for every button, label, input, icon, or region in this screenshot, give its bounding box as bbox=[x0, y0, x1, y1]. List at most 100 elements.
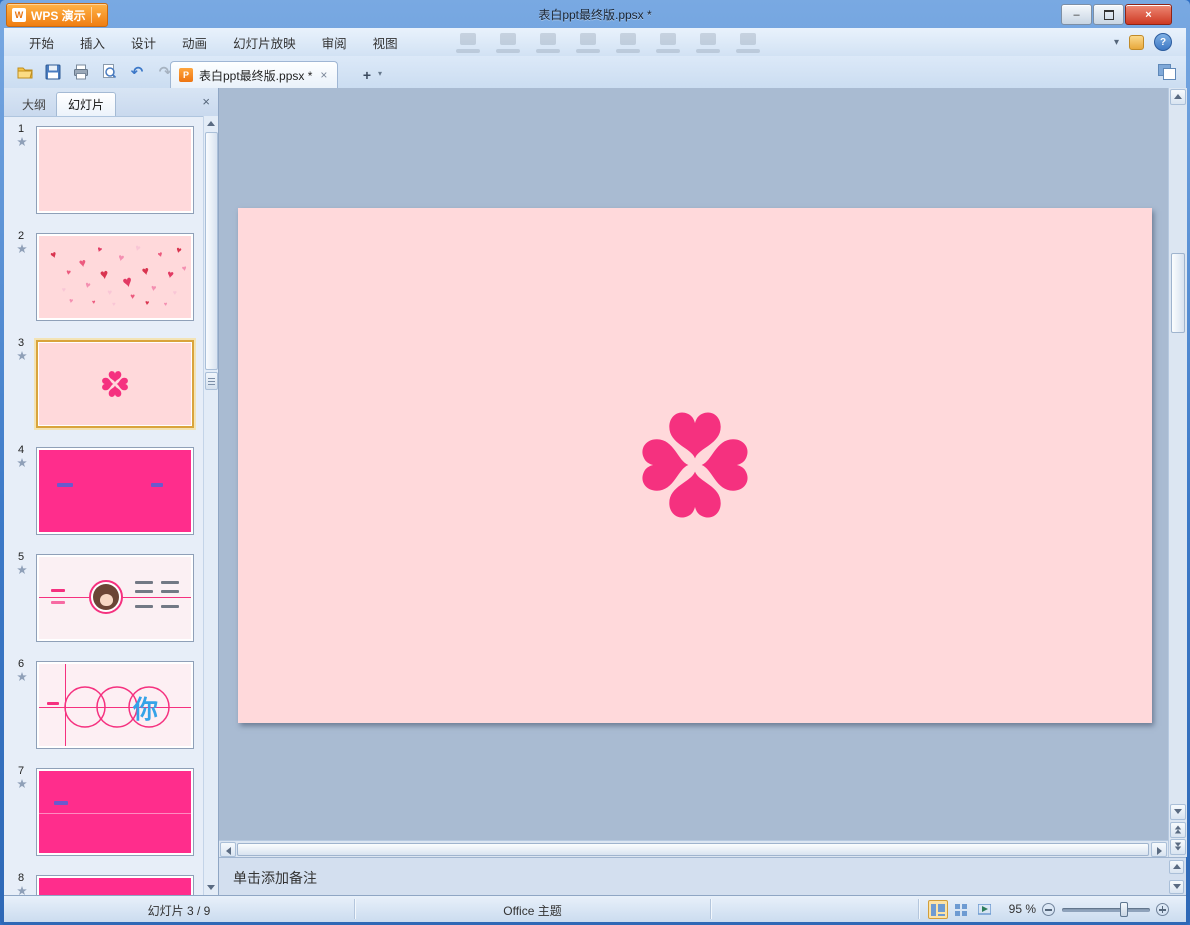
zoom-out-button[interactable] bbox=[1042, 903, 1055, 916]
slide-thumbnail-2[interactable]: 2 ♥♥♥♥♥♥♥♥♥♥♥♥♥♥♥♥♥♥♥♥♥♥♥♥ bbox=[16, 231, 202, 327]
scroll-right-button[interactable] bbox=[1151, 842, 1167, 857]
help-icon[interactable]: ? bbox=[1154, 33, 1172, 51]
horizontal-scrollbar[interactable] bbox=[219, 840, 1168, 858]
disabled-ribbon-icons bbox=[456, 33, 760, 53]
next-slide-button[interactable] bbox=[1170, 839, 1186, 855]
scroll-down-button[interactable] bbox=[1169, 880, 1184, 894]
menu-tab-animation[interactable]: 动画 bbox=[169, 28, 220, 57]
save-icon bbox=[44, 63, 62, 81]
zoom-slider-track[interactable] bbox=[1062, 908, 1150, 912]
panel-tabs: 大纲 幻灯片 × bbox=[4, 88, 218, 117]
transition-star-icon bbox=[17, 565, 27, 575]
notes-placeholder[interactable]: 单击添加备注 bbox=[233, 868, 317, 888]
new-tab-dropdown-icon[interactable]: ▾ bbox=[378, 69, 382, 78]
document-tab[interactable]: P 表白ppt最终版.ppsx * × bbox=[170, 61, 338, 88]
minimize-button[interactable]: – bbox=[1061, 4, 1092, 25]
normal-view-button[interactable] bbox=[928, 900, 948, 919]
slide-indicator: 幻灯片 3 / 9 bbox=[4, 902, 354, 919]
zoom-in-button[interactable] bbox=[1156, 903, 1169, 916]
print-button[interactable] bbox=[70, 61, 92, 83]
clover-hearts-shape[interactable] bbox=[636, 406, 754, 524]
tab-list-icon[interactable] bbox=[1158, 64, 1176, 80]
presentation-doc-icon: P bbox=[179, 68, 193, 82]
menu-tab-slideshow[interactable]: 幻灯片放映 bbox=[220, 28, 309, 57]
slide-thumbnail-list: 1 2 ♥♥♥♥♥♥♥♥♥♥♥♥♥♥♥♥♥♥♥♥♥♥♥♥ 3 4 bbox=[4, 116, 204, 895]
slide-sorter-view-button[interactable] bbox=[951, 900, 971, 919]
notes-scrollbar[interactable] bbox=[1169, 860, 1185, 894]
hearts-decoration: ♥♥♥♥♥♥♥♥♥♥♥♥♥♥♥♥♥♥♥♥♥♥♥♥ bbox=[39, 236, 191, 318]
scrollbar-thumb[interactable] bbox=[205, 132, 218, 370]
maximize-icon bbox=[1104, 10, 1114, 20]
zoom-slider-thumb[interactable] bbox=[1120, 902, 1128, 917]
scroll-up-button[interactable] bbox=[205, 117, 217, 130]
maximize-button[interactable] bbox=[1093, 4, 1124, 25]
slide-thumbnail-1[interactable]: 1 bbox=[16, 124, 202, 220]
transition-star-icon bbox=[17, 351, 27, 361]
panel-close-icon[interactable]: × bbox=[202, 94, 210, 109]
transition-star-icon bbox=[17, 137, 27, 147]
slide-thumbnail-7[interactable]: 7 bbox=[16, 766, 202, 862]
slide-thumbnail-3-selected[interactable]: 3 bbox=[16, 338, 202, 434]
ribbon-collapse-icon[interactable]: ▾ bbox=[1114, 37, 1119, 48]
vertical-scrollbar[interactable] bbox=[1168, 88, 1187, 857]
menu-tab-review[interactable]: 审阅 bbox=[309, 28, 360, 57]
close-icon: × bbox=[1145, 9, 1151, 21]
app-window: W WPS 演示 ▾ 表白ppt最终版.ppsx * – × 开始 插入 设计 … bbox=[0, 0, 1190, 925]
slide-thumbnail-5[interactable]: 5 bbox=[16, 552, 202, 648]
open-file-button[interactable] bbox=[14, 61, 36, 83]
avatar bbox=[89, 580, 123, 614]
skin-theme-icon[interactable] bbox=[1129, 35, 1144, 50]
slide-number: 4 bbox=[18, 444, 24, 456]
print-preview-icon bbox=[100, 63, 118, 81]
scrollbar-thumb[interactable] bbox=[237, 843, 1149, 856]
menu-tab-insert[interactable]: 插入 bbox=[67, 28, 118, 57]
editing-area[interactable] bbox=[219, 88, 1168, 840]
notes-pane[interactable]: 单击添加备注 bbox=[219, 857, 1186, 896]
save-button[interactable] bbox=[42, 61, 64, 83]
scroll-left-button[interactable] bbox=[220, 842, 236, 857]
slide-panel: 大纲 幻灯片 × 1 2 ♥♥♥♥♥♥♥♥♥♥♥♥♥♥♥♥♥♥♥♥♥♥♥♥ 3 bbox=[4, 88, 218, 895]
print-preview-button[interactable] bbox=[98, 61, 120, 83]
panel-splitter-grip[interactable] bbox=[205, 372, 218, 390]
document-tab-label: 表白ppt最终版.ppsx * bbox=[199, 67, 312, 84]
slide-canvas[interactable] bbox=[238, 208, 1152, 723]
scroll-up-button[interactable] bbox=[1170, 89, 1186, 105]
slide-number: 3 bbox=[18, 337, 24, 349]
close-button[interactable]: × bbox=[1125, 4, 1172, 25]
slide-number: 1 bbox=[18, 123, 24, 135]
clover-icon bbox=[101, 370, 129, 398]
previous-slide-button[interactable] bbox=[1170, 822, 1186, 838]
tab-slides[interactable]: 幻灯片 bbox=[56, 92, 116, 116]
slide-thumbnail-4[interactable]: 4 bbox=[16, 445, 202, 541]
slide-number: 7 bbox=[18, 765, 24, 777]
document-tab-close-icon[interactable]: × bbox=[318, 68, 329, 82]
slide-thumbnail-6[interactable]: 6 你 bbox=[16, 659, 202, 755]
slide-number: 5 bbox=[18, 551, 24, 563]
new-tab-button[interactable]: + bbox=[356, 64, 378, 86]
menu-bar: 开始 插入 设计 动画 幻灯片放映 审阅 视图 ▾ ? bbox=[4, 28, 1186, 57]
undo-icon: ↶ bbox=[131, 65, 144, 80]
normal-view-icon bbox=[931, 904, 945, 916]
menu-tab-view[interactable]: 视图 bbox=[360, 28, 411, 57]
transition-star-icon bbox=[17, 458, 27, 468]
zoom-level: 95 % bbox=[1000, 902, 1036, 916]
scrollbar-thumb[interactable] bbox=[1171, 253, 1185, 333]
slide-sorter-icon bbox=[955, 904, 968, 916]
slideshow-play-button[interactable] bbox=[974, 900, 994, 919]
printer-icon bbox=[72, 63, 90, 81]
tab-outline[interactable]: 大纲 bbox=[10, 92, 58, 116]
undo-button[interactable]: ↶ bbox=[126, 61, 148, 83]
scroll-down-button[interactable] bbox=[205, 881, 217, 894]
title-bar[interactable]: W WPS 演示 ▾ 表白ppt最终版.ppsx * – × bbox=[0, 0, 1190, 28]
theme-indicator: Office 主题 bbox=[355, 902, 710, 919]
circles-decoration bbox=[39, 664, 191, 746]
menu-tab-design[interactable]: 设计 bbox=[118, 28, 169, 57]
scroll-up-button[interactable] bbox=[1169, 860, 1184, 874]
thumbnail-scrollbar[interactable] bbox=[203, 116, 218, 895]
menu-tab-home[interactable]: 开始 bbox=[16, 28, 67, 57]
slide-thumbnail-8[interactable]: 8 bbox=[16, 873, 202, 895]
window-title: 表白ppt最终版.ppsx * bbox=[0, 6, 1190, 23]
transition-star-icon bbox=[17, 672, 27, 682]
scroll-down-button[interactable] bbox=[1170, 804, 1186, 820]
play-icon bbox=[978, 904, 991, 916]
